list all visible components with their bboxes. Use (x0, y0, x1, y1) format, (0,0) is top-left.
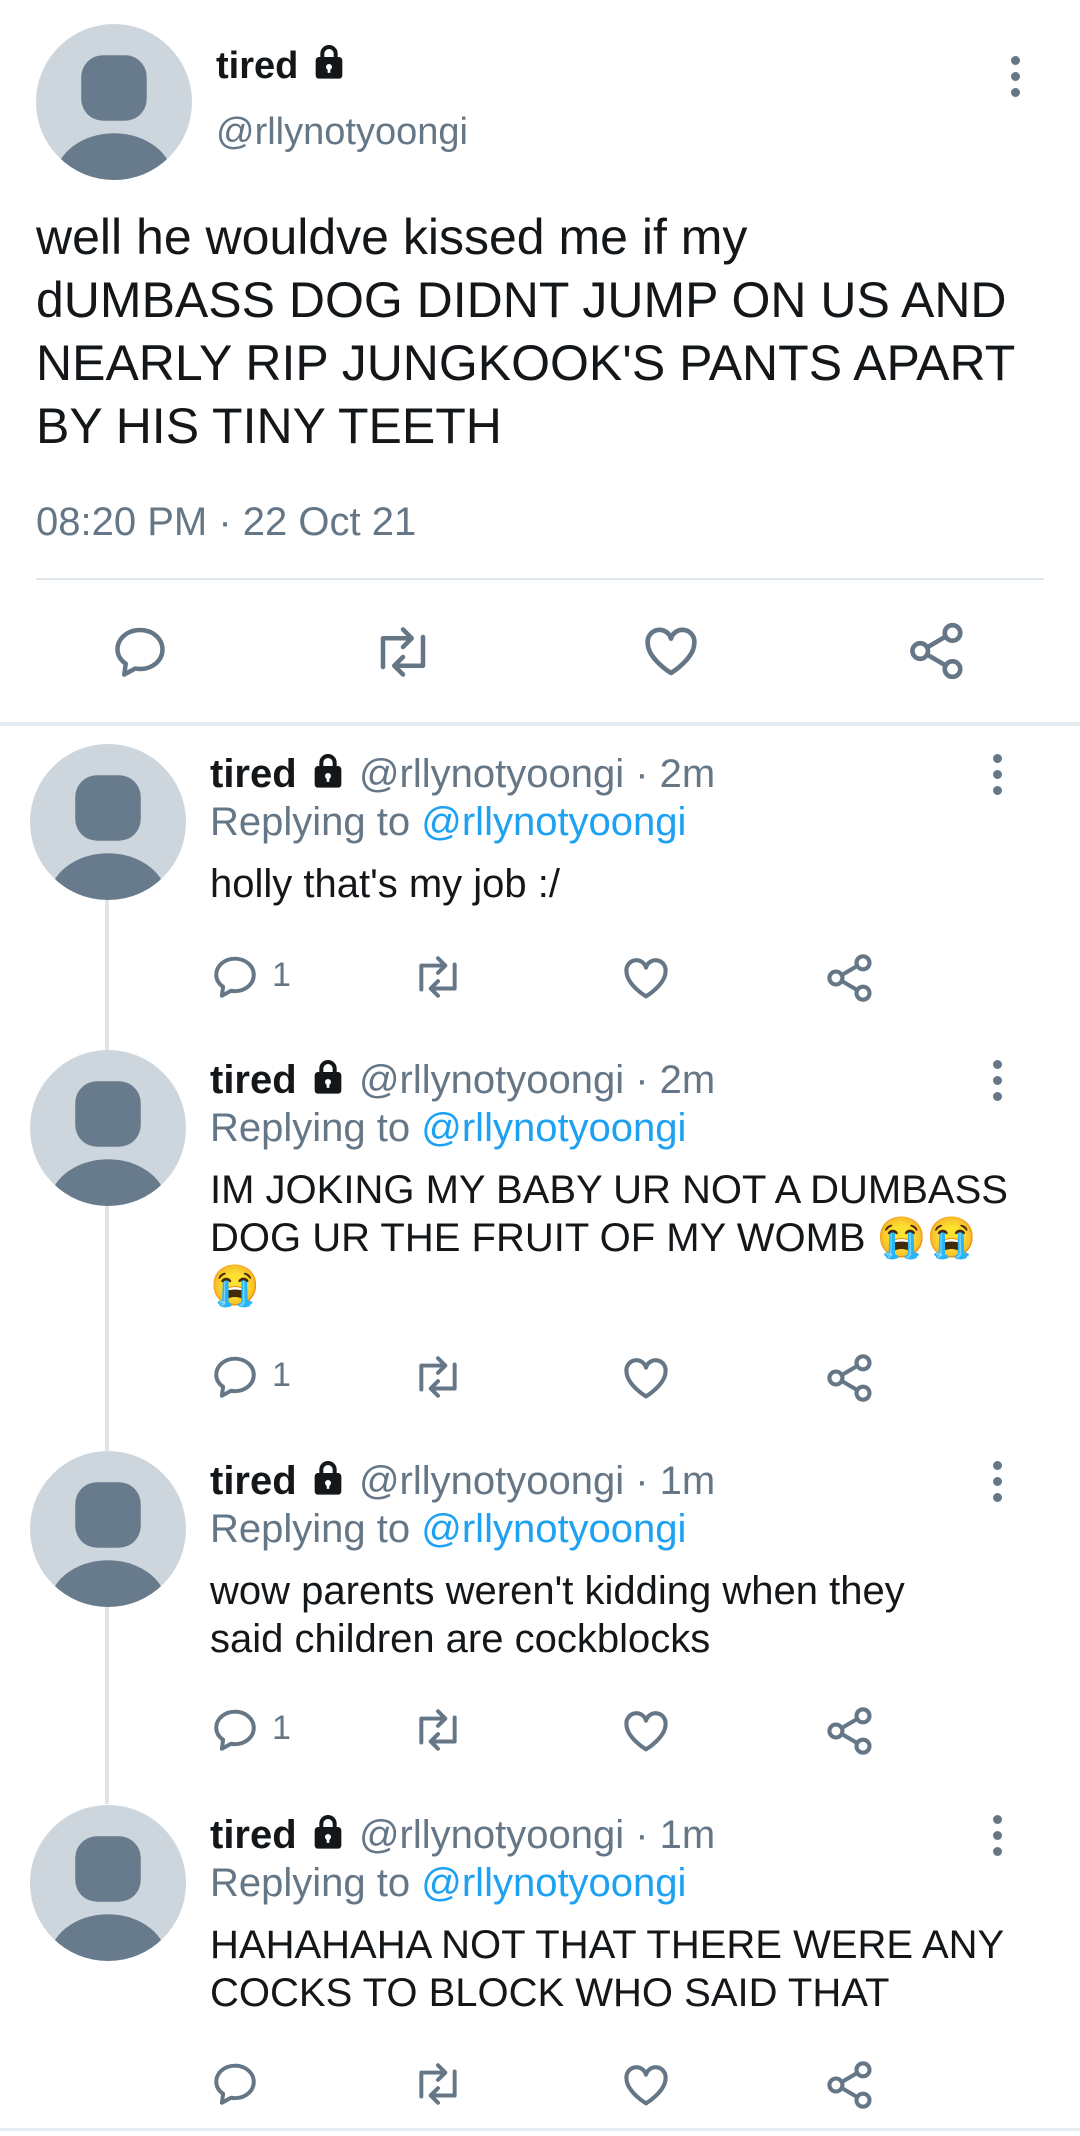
tweet-text: well he wouldve kissed me if my dUMBASS … (36, 206, 1046, 458)
replying-to-link[interactable]: @rllynotyoongi (421, 1507, 686, 1551)
share-icon[interactable] (824, 1352, 876, 1404)
reply-action-bar (210, 2055, 910, 2115)
tweet-text-line: well he wouldve kissed me if my (36, 209, 748, 265)
more-options-icon[interactable] (982, 1815, 1012, 1863)
reply-text-line: IM JOKING MY BABY UR NOT A DUMBASS (210, 1168, 1008, 1212)
handle-time[interactable]: @rllynotyoongi · 1m (359, 1459, 715, 1503)
replying-to-link[interactable]: @rllynotyoongi (421, 1861, 686, 1905)
like-icon[interactable] (620, 952, 672, 1004)
more-options-icon[interactable] (982, 1060, 1012, 1108)
reply-text: HAHAHAHA NOT THAT THERE WERE ANY COCKS T… (210, 1921, 1004, 2017)
retweet-icon[interactable] (410, 952, 466, 1002)
reply-tweet[interactable]: tired @rllynotyoongi · 1m Replying to @r… (0, 1801, 1080, 2136)
reply-icon[interactable] (210, 1352, 260, 1402)
reply-icon[interactable] (210, 952, 260, 1002)
like-icon[interactable] (620, 1352, 672, 1404)
replying-to: Replying to @rllynotyoongi (210, 1104, 686, 1152)
reply-action-bar: 1 (210, 1701, 910, 1761)
reply-header: tired @rllynotyoongi · 2m (210, 1056, 715, 1108)
reply-tweet[interactable]: tired @rllynotyoongi · 1m Replying to @r… (0, 1447, 1080, 1787)
like-icon[interactable] (620, 1705, 672, 1757)
replying-label: Replying to (210, 1106, 411, 1150)
share-icon[interactable] (824, 1705, 876, 1757)
divider (36, 578, 1044, 580)
more-options-icon[interactable] (1000, 56, 1030, 104)
share-icon[interactable] (824, 952, 876, 1004)
share-icon[interactable] (824, 2059, 876, 2111)
retweet-icon[interactable] (410, 1705, 466, 1755)
handle[interactable]: @rllynotyoongi (216, 108, 468, 156)
reply-icon[interactable] (210, 1705, 260, 1755)
tweet-text-line: NEARLY RIP JUNGKOOK'S PANTS APART (36, 335, 1016, 391)
retweet-icon[interactable] (370, 622, 436, 682)
reply-text-line: DOG UR THE FRUIT OF MY WOMB 😭😭 (210, 1216, 977, 1260)
avatar-placeholder-icon (48, 775, 168, 900)
reply-icon[interactable] (110, 622, 170, 682)
replying-to-link[interactable]: @rllynotyoongi (421, 1106, 686, 1150)
reply-header: tired @rllynotyoongi · 1m (210, 1811, 715, 1863)
reply-text-line: said children are cockblocks (210, 1617, 711, 1661)
more-options-icon[interactable] (982, 1461, 1012, 1509)
replying-to: Replying to @rllynotyoongi (210, 1505, 686, 1553)
avatar[interactable] (30, 1805, 186, 1961)
tweet-text-line: BY HIS TINY TEETH (36, 398, 502, 454)
reply-text-line: wow parents weren't kidding when they (210, 1569, 905, 1613)
like-icon[interactable] (640, 620, 702, 682)
lock-icon (308, 751, 348, 802)
reply-count: 1 (272, 956, 291, 994)
display-name[interactable]: tired (210, 1459, 297, 1503)
avatar-placeholder-icon (48, 1836, 168, 1961)
lock-icon (308, 1458, 348, 1509)
tweet-timestamp[interactable]: 08:20 PM · 22 Oct 21 (36, 498, 416, 546)
reply-text: IM JOKING MY BABY UR NOT A DUMBASS DOG U… (210, 1166, 1008, 1310)
section-divider (0, 722, 1080, 726)
avatar-placeholder-icon (48, 1081, 168, 1206)
reply-action-bar: 1 (210, 1348, 910, 1408)
bottom-divider (0, 2128, 1080, 2131)
retweet-icon[interactable] (410, 1352, 466, 1402)
reply-icon[interactable] (210, 2059, 260, 2109)
replying-label: Replying to (210, 800, 411, 844)
reply-action-bar: 1 (210, 948, 910, 1008)
reply-count: 1 (272, 1356, 291, 1394)
retweet-icon[interactable] (410, 2059, 466, 2109)
replying-to: Replying to @rllynotyoongi (210, 798, 686, 846)
display-name[interactable]: tired (210, 1813, 297, 1857)
avatar-placeholder-icon (48, 1482, 168, 1607)
reply-tweet[interactable]: tired @rllynotyoongi · 2m Replying to @r… (0, 740, 1080, 1040)
replying-to-link[interactable]: @rllynotyoongi (421, 800, 686, 844)
reply-text-line: HAHAHAHA NOT THAT THERE WERE ANY (210, 1923, 1005, 1967)
main-display-name-row[interactable]: tired (216, 42, 349, 94)
display-name[interactable]: tired (210, 752, 297, 796)
replying-to: Replying to @rllynotyoongi (210, 1859, 686, 1907)
replying-label: Replying to (210, 1507, 411, 1551)
tweet-text-line: dUMBASS DOG DIDNT JUMP ON US AND (36, 272, 1007, 328)
lock-icon (308, 1812, 348, 1863)
reply-text: wow parents weren't kidding when they sa… (210, 1567, 905, 1663)
avatar[interactable] (30, 1050, 186, 1206)
reply-tweet[interactable]: tired @rllynotyoongi · 2m Replying to @r… (0, 1046, 1080, 1446)
reply-header: tired @rllynotyoongi · 2m (210, 750, 715, 802)
display-name: tired (216, 45, 299, 88)
more-options-icon[interactable] (982, 754, 1012, 802)
reply-header: tired @rllynotyoongi · 1m (210, 1457, 715, 1509)
avatar[interactable] (30, 1451, 186, 1607)
share-icon[interactable] (906, 620, 968, 682)
handle-time[interactable]: @rllynotyoongi · 2m (359, 1058, 715, 1102)
like-icon[interactable] (620, 2059, 672, 2111)
avatar-placeholder-icon (54, 55, 174, 180)
reply-text: holly that's my job :/ (210, 860, 560, 908)
reply-text-line: COCKS TO BLOCK WHO SAID THAT (210, 1971, 890, 2015)
avatar[interactable] (30, 744, 186, 900)
reply-text-line: 😭 (210, 1264, 260, 1308)
avatar[interactable] (36, 24, 192, 180)
lock-icon (309, 42, 349, 94)
replying-label: Replying to (210, 1861, 411, 1905)
display-name[interactable]: tired (210, 1058, 297, 1102)
reply-count: 1 (272, 1709, 291, 1747)
lock-icon (308, 1057, 348, 1108)
handle-time[interactable]: @rllynotyoongi · 1m (359, 1813, 715, 1857)
reply-text-line: holly that's my job :/ (210, 862, 560, 906)
handle-time[interactable]: @rllynotyoongi · 2m (359, 752, 715, 796)
